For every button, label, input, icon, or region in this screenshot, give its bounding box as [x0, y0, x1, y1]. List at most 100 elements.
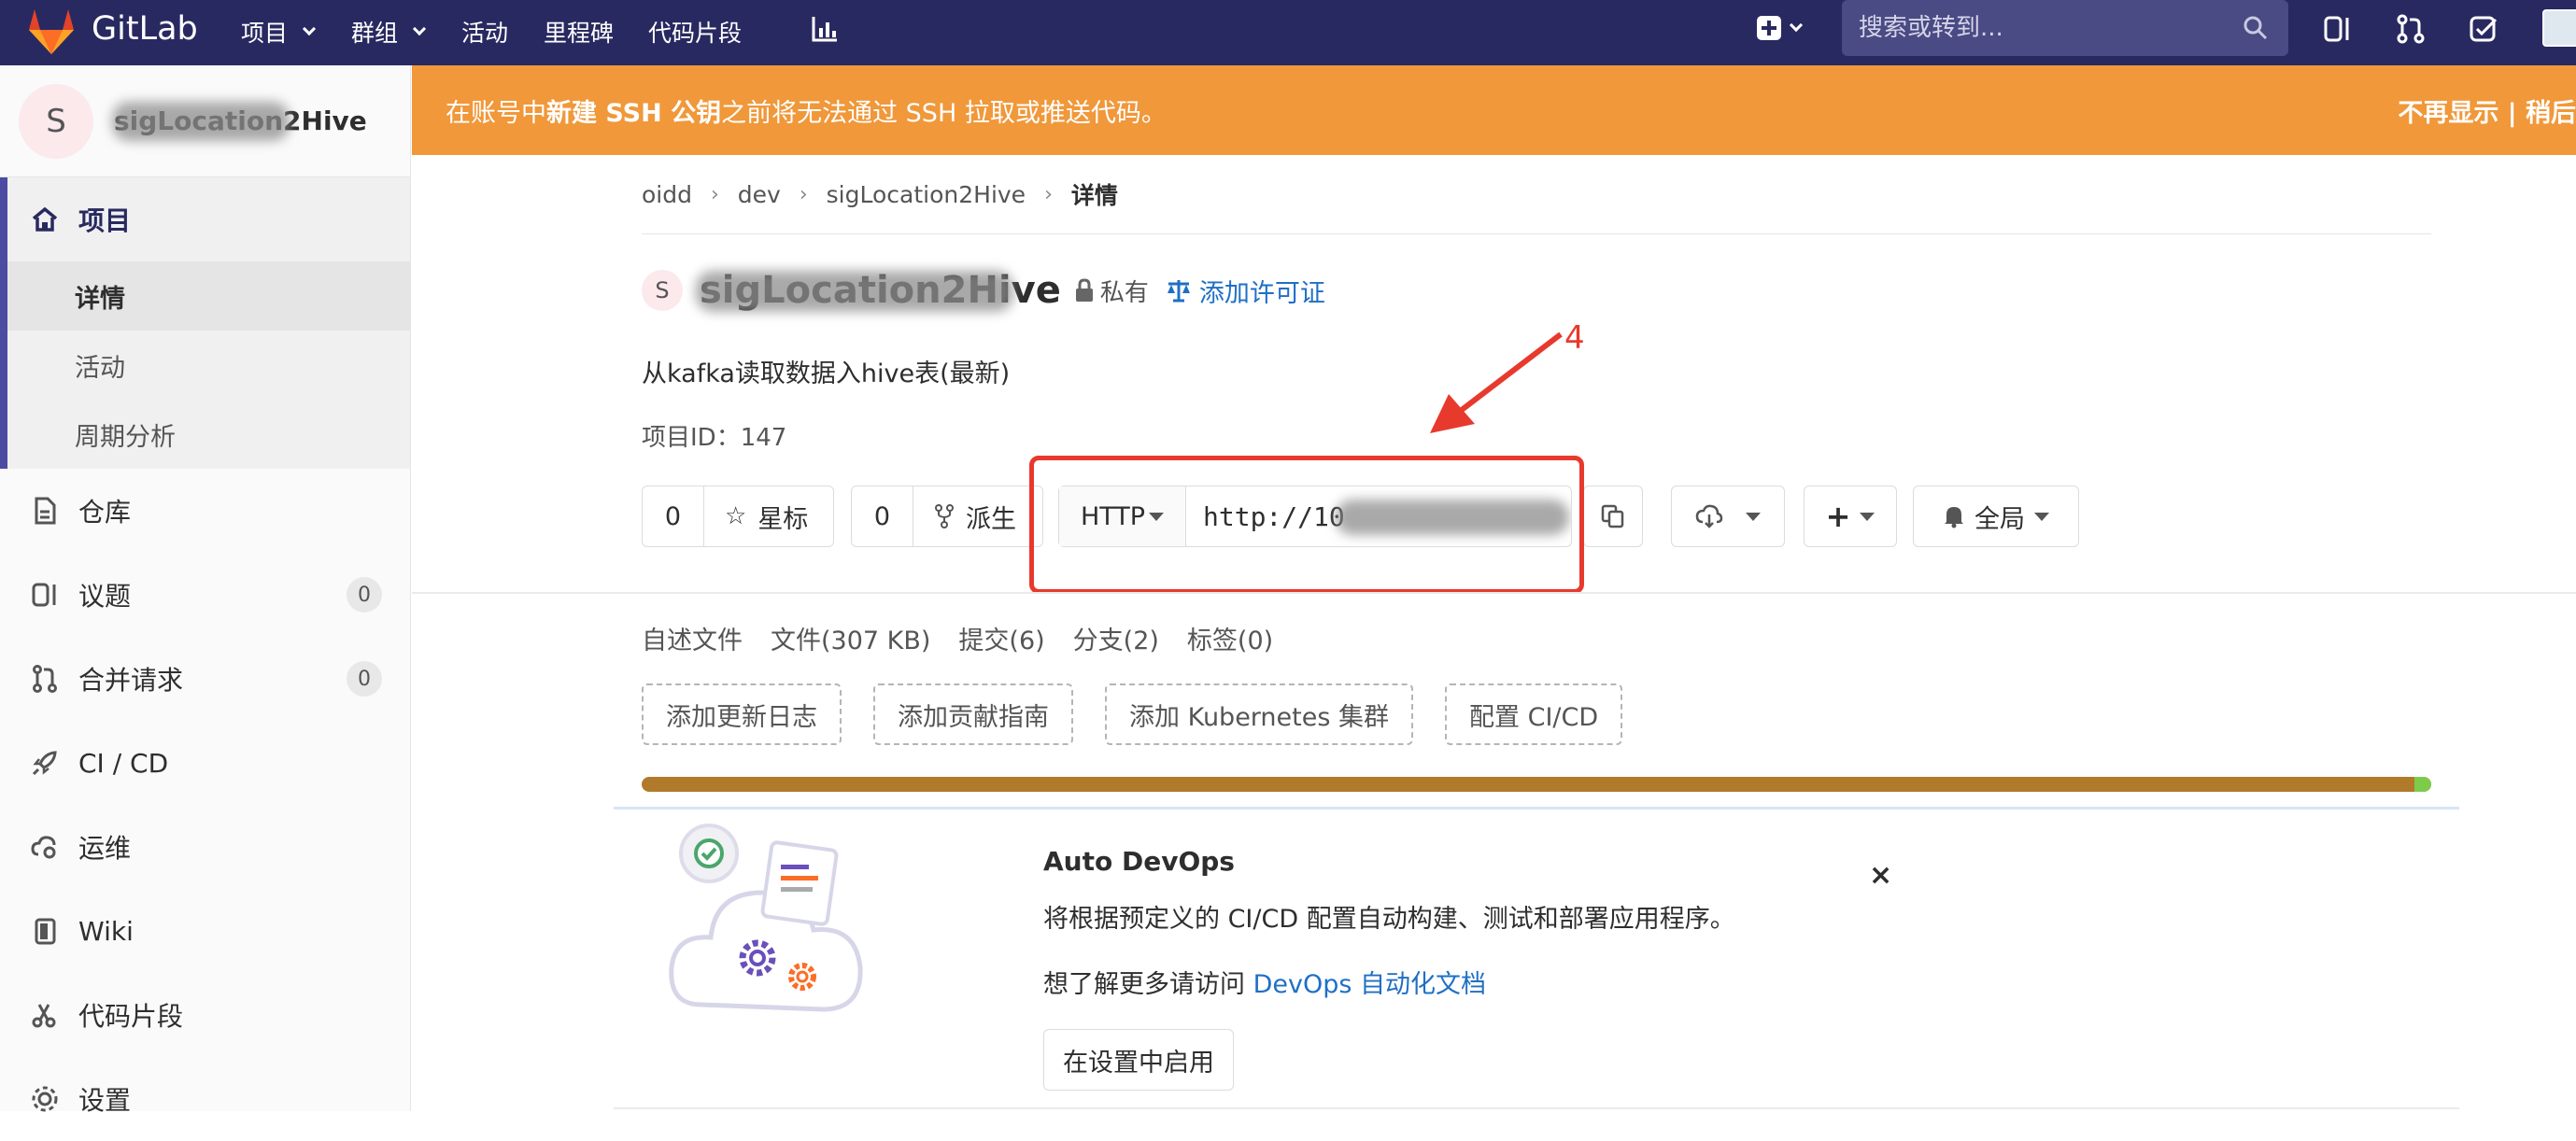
sidebar-subitem-cycle-analytics[interactable]: 周期分析	[7, 400, 410, 469]
fork-button[interactable]: 派生	[913, 486, 1037, 546]
banner-ssh-key-link[interactable]: 新建 SSH 公钥	[546, 92, 721, 129]
search-box[interactable]	[1842, 0, 2288, 56]
banner-text-pre: 在账号中	[446, 98, 546, 128]
divider	[642, 233, 2431, 234]
project-avatar: S	[19, 83, 93, 159]
star-count[interactable]: 0	[643, 486, 704, 546]
cloud-download-icon	[1695, 504, 1723, 528]
devops-docs-link[interactable]: DevOps 自动化文档	[1253, 970, 1486, 999]
sidebar-project-header[interactable]: S sigLocation2Hive	[0, 65, 410, 177]
sidebar-item-label: 议题	[78, 581, 132, 612]
caret-down-icon	[1860, 512, 1875, 521]
language-bar-segment	[2414, 777, 2431, 792]
sidebar-item-snippets[interactable]: 代码片段	[0, 973, 410, 1057]
chevron-right-icon: ›	[1044, 182, 1053, 206]
divider	[412, 592, 2576, 594]
sidebar-item-label: CI / CD	[78, 747, 169, 779]
book-icon	[35, 918, 56, 945]
sidebar-item-operations[interactable]: 运维	[0, 805, 410, 889]
add-files-buttons: 添加更新日志 添加贡献指南 添加 Kubernetes 集群 配置 CI/CD	[642, 683, 1623, 745]
setup-ci-cd-button[interactable]: 配置 CI/CD	[1445, 683, 1623, 745]
sidebar-item-label: 代码片段	[78, 1001, 184, 1032]
sidebar-item-label: 设置	[78, 1085, 132, 1116]
add-new-dropdown[interactable]: +	[1804, 486, 1897, 547]
project-stats-links: 自述文件 文件(307 KB) 提交(6) 分支(2) 标签(0)	[642, 620, 1273, 656]
sidebar-item-repository[interactable]: 仓库	[0, 469, 410, 553]
breadcrumb-current: 详情	[1070, 182, 1118, 209]
add-changelog-button[interactable]: 添加更新日志	[642, 683, 842, 745]
new-item-dropdown[interactable]	[1756, 15, 1804, 41]
annotation-arrow-icon	[1430, 331, 1563, 433]
issues-count-badge: 0	[347, 577, 382, 613]
rocket-icon	[32, 751, 57, 776]
brand-name[interactable]: GitLab	[92, 10, 198, 48]
lock-icon	[1075, 278, 1093, 302]
star-button[interactable]: ☆ 星标	[704, 486, 828, 546]
tab-files[interactable]: 文件(307 KB)	[771, 620, 930, 656]
todo-check-icon[interactable]	[2468, 13, 2499, 45]
merge-request-icon[interactable]	[2395, 13, 2427, 45]
sidebar-item-project-label: 项目	[78, 205, 132, 236]
sidebar-subitem-activity[interactable]: 活动	[7, 331, 410, 400]
breadcrumb-item[interactable]: dev	[738, 181, 781, 208]
add-license-label: 添加许可证	[1198, 278, 1325, 308]
chevron-right-icon: ›	[799, 182, 808, 206]
user-avatar[interactable]	[2542, 9, 2576, 47]
nav-projects-dropdown[interactable]: 项目	[241, 15, 317, 49]
merge-requests-count-badge: 0	[347, 661, 382, 697]
add-kubernetes-cluster-button[interactable]: 添加 Kubernetes 集群	[1105, 683, 1414, 745]
nav-milestones[interactable]: 里程碑	[544, 15, 614, 49]
plus-square-icon	[1757, 16, 1781, 40]
nav-snippets[interactable]: 代码片段	[648, 15, 742, 49]
search-input[interactable]	[1859, 14, 2232, 42]
project-description: 从kafka读取数据入hive表(最新)	[642, 359, 1011, 388]
enable-in-settings-button[interactable]: 在设置中启用	[1043, 1029, 1234, 1091]
chevron-down-icon	[1789, 18, 1804, 33]
top-navbar: GitLab 项目 群组 活动 里程碑 代码片段	[0, 0, 2576, 65]
gear-icon	[32, 1086, 58, 1112]
close-icon[interactable]: ×	[1869, 859, 1892, 892]
project-title-row: S sigLocation2Hive 私有 添加许可证	[642, 269, 1325, 312]
plus-icon: +	[1825, 499, 1851, 534]
tab-branches[interactable]: 分支(2)	[1073, 620, 1159, 656]
nav-activity[interactable]: 活动	[461, 15, 508, 49]
notification-dropdown[interactable]: 全局	[1913, 486, 2079, 547]
sidebar-item-settings[interactable]: 设置	[0, 1057, 410, 1141]
sidebar-item-merge-requests[interactable]: 合并请求 0	[0, 637, 410, 721]
nav-projects-label: 项目	[241, 20, 289, 47]
breadcrumb-item[interactable]: sigLocation2Hive	[827, 181, 1026, 208]
gitlab-logo-icon[interactable]	[26, 7, 77, 56]
add-license-link[interactable]: 添加许可证	[1166, 273, 1325, 309]
tab-tags[interactable]: 标签(0)	[1187, 620, 1273, 656]
sidebar-item-wiki[interactable]: Wiki	[0, 889, 410, 973]
sidebar-section-project: 项目 详情 活动 周期分析	[0, 177, 410, 469]
notification-label: 全局	[1974, 504, 2025, 534]
tab-commits[interactable]: 提交(6)	[958, 620, 1044, 656]
tab-readme[interactable]: 自述文件	[642, 620, 743, 656]
cloud-gear-icon	[31, 836, 56, 859]
chart-icon[interactable]	[809, 13, 841, 45]
banner-dismiss-links[interactable]: 不再显示 | 稍后	[2398, 92, 2576, 129]
nav-groups-dropdown[interactable]: 群组	[351, 15, 427, 49]
repository-language-bar[interactable]	[642, 777, 2431, 792]
breadcrumb-item[interactable]: oidd	[642, 181, 692, 208]
divider	[614, 1107, 2459, 1109]
download-dropdown[interactable]	[1671, 486, 1785, 547]
add-contributing-button[interactable]: 添加贡献指南	[873, 683, 1073, 745]
auto-devops-title: Auto DevOps	[1043, 846, 1235, 877]
redaction-smear	[112, 102, 290, 141]
fork-count[interactable]: 0	[852, 486, 913, 546]
sidebar-item-ci-cd[interactable]: CI / CD	[0, 721, 410, 805]
sidebar-item-issues[interactable]: 议题 0	[0, 553, 410, 637]
sidebar-item-project[interactable]: 项目	[7, 177, 410, 261]
caret-down-icon	[2034, 512, 2049, 521]
auto-devops-description: 将根据预定义的 CI/CD 配置自动构建、测试和部署应用程序。	[1043, 905, 1735, 934]
project-sidebar: S sigLocation2Hive 项目 详情 活动 周期分析 仓库	[0, 65, 411, 1116]
issues-icon	[32, 583, 56, 607]
issues-icon[interactable]	[2322, 13, 2354, 45]
copy-url-button[interactable]	[1583, 486, 1643, 547]
auto-devops-callout: Auto DevOps 将根据预定义的 CI/CD 配置自动构建、测试和部署应用…	[614, 812, 2459, 1111]
chevron-down-icon	[302, 21, 317, 36]
sidebar-subitem-details[interactable]: 详情	[7, 261, 410, 331]
fork-button-group: 0 派生	[851, 486, 1043, 547]
